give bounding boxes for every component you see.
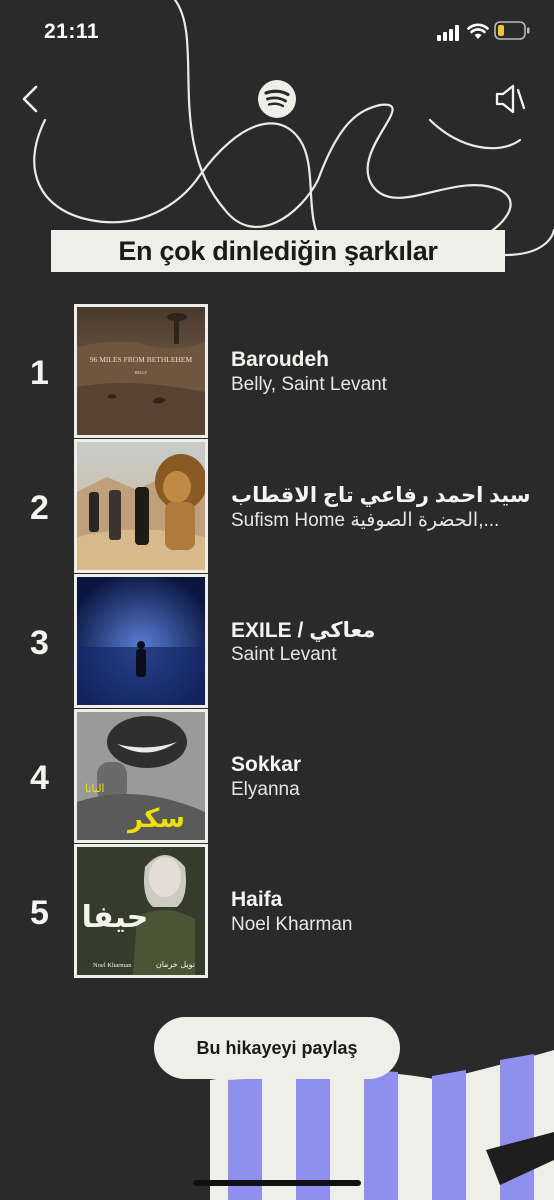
page-title: En çok dinlediğin şarkılar [51, 230, 505, 272]
cover-title-text: 96 MILES FROM BETHLEHEM [90, 355, 193, 364]
track-rank: 5 [30, 894, 49, 932]
cover-subtitle-text: BELLY [135, 370, 148, 375]
cover-title-text: سكر [126, 804, 185, 834]
track-title: Baroudeh [231, 348, 330, 371]
cover-subtitle-text: اليانا [85, 782, 105, 795]
track-rank: 3 [30, 624, 49, 662]
track-title: Sokkar [231, 753, 302, 776]
track-item[interactable]: 5 حيفا Noel Kharman نويل خرمان Haifa Noe… [0, 844, 554, 979]
chevron-left-icon[interactable] [18, 84, 44, 114]
status-time: 21:11 [44, 20, 100, 43]
track-item[interactable]: 2 سيد احمد رفاعي تاج الاقطاب Sufism Home… [0, 439, 554, 574]
battery-icon [494, 21, 530, 40]
track-item[interactable]: 1 96 MILES FROM BETHLEHEM BELLY Baroudeh [0, 304, 554, 439]
track-item[interactable]: 4 سكر اليانا Sokkar Elyanna [0, 709, 554, 844]
spotify-logo-icon [258, 80, 296, 118]
track-title: Haifa [231, 888, 283, 911]
speaker-muted-icon[interactable] [493, 82, 527, 116]
track-artist: Elyanna [231, 779, 300, 800]
status-bar: 21:11 [0, 0, 554, 66]
wifi-icon [467, 23, 489, 39]
track-item[interactable]: 3 EXILE / معاكي Saint Levant [0, 574, 554, 709]
album-cover: حيفا Noel Kharman نويل خرمان [74, 844, 208, 978]
track-artist: Sufism Home الحضرة الصوفية,... [231, 510, 500, 531]
cover-subtitle-arabic: نويل خرمان [156, 960, 195, 969]
track-artist: Saint Levant [231, 644, 337, 665]
track-title: سيد احمد رفاعي تاج الاقطاب [231, 484, 531, 507]
album-cover [74, 439, 208, 573]
cellular-signal-icon [437, 25, 459, 41]
track-rank: 2 [30, 489, 49, 527]
album-cover [74, 574, 208, 708]
share-story-button[interactable]: Bu hikayeyi paylaş [154, 1017, 400, 1079]
cover-title-text: حيفا [82, 900, 149, 935]
track-rank: 4 [30, 759, 49, 797]
track-rank: 1 [30, 354, 49, 392]
album-cover: 96 MILES FROM BETHLEHEM BELLY [74, 304, 208, 438]
home-indicator[interactable] [193, 1180, 361, 1186]
track-artist: Noel Kharman [231, 914, 353, 935]
cover-subtitle-text: Noel Kharman [93, 962, 132, 969]
track-artist: Belly, Saint Levant [231, 374, 387, 395]
track-title: EXILE / معاكي [231, 619, 376, 642]
album-cover: سكر اليانا [74, 709, 208, 843]
